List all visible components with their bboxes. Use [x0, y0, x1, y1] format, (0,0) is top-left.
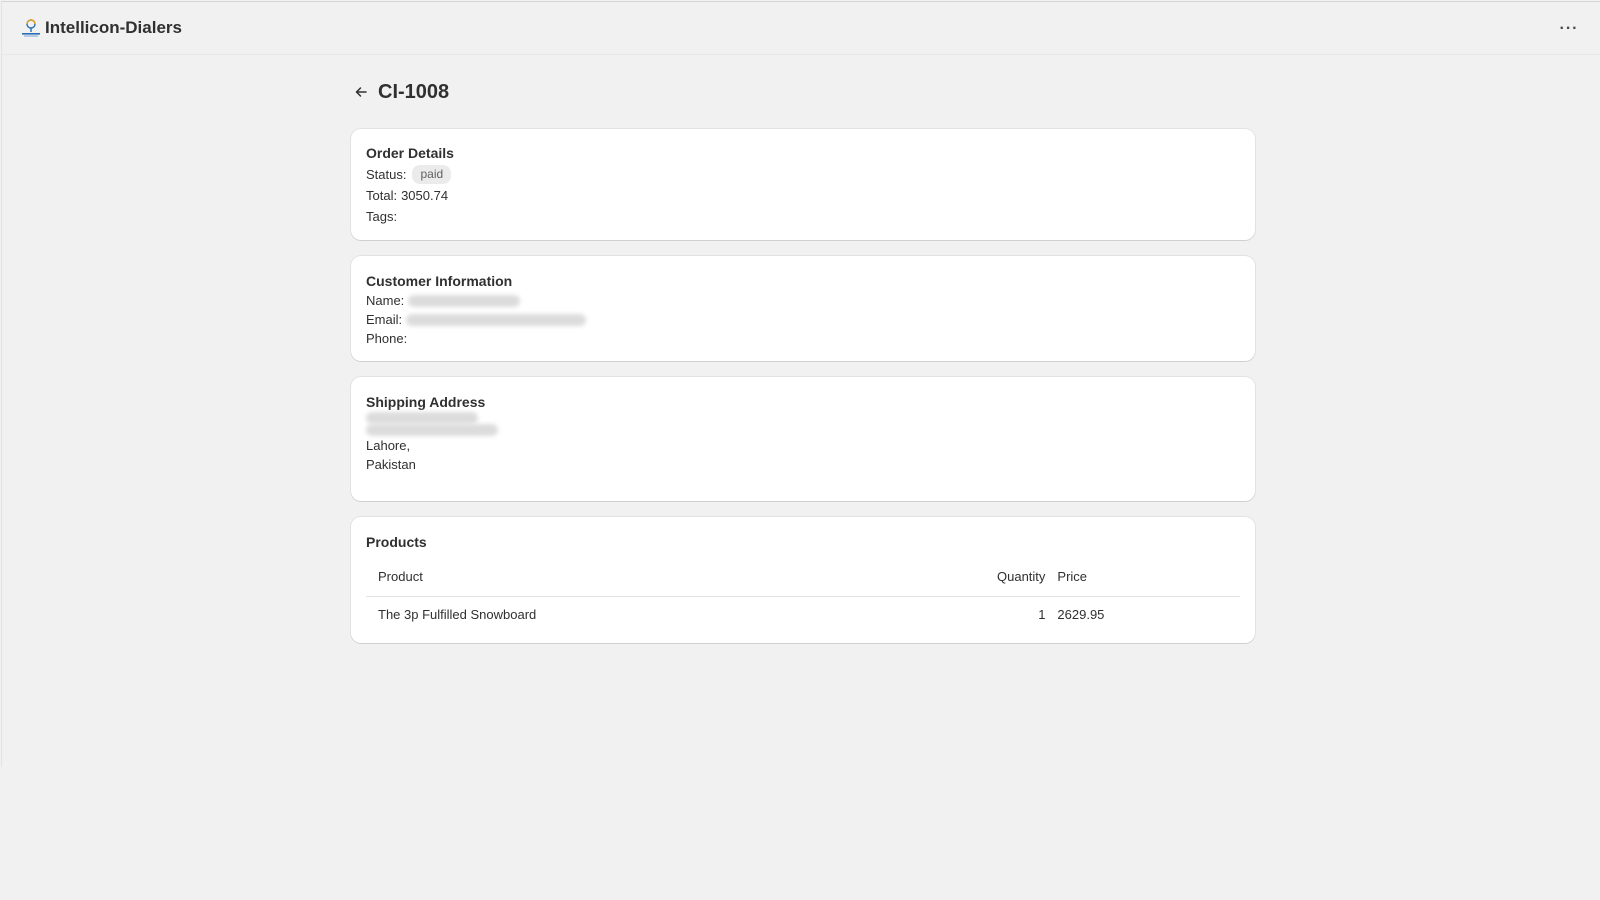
shipping-address-heading: Shipping Address	[366, 394, 486, 410]
total-row: Total: 3050.74	[366, 186, 1240, 205]
tags-row: Tags:	[366, 207, 1240, 226]
products-heading: Products	[366, 534, 427, 550]
address-line-2	[366, 424, 1240, 436]
intellicon-logo-icon	[21, 18, 41, 38]
customer-email-row: Email:	[366, 310, 1240, 329]
app-title: Intellicon-Dialers	[45, 18, 182, 37]
address-line-1	[366, 412, 1240, 424]
customer-info-heading: Customer Information	[366, 273, 513, 289]
more-options-button[interactable]: ···	[1556, 18, 1582, 40]
more-horizontal-icon: ···	[1559, 20, 1579, 37]
customer-name-row: Name:	[366, 291, 1240, 310]
column-header-product: Product	[366, 561, 985, 597]
status-badge: paid	[412, 165, 452, 184]
address-city: Lahore,	[366, 438, 411, 453]
name-label: Name:	[366, 293, 405, 308]
order-page: CI-1008 Order Details Status: paid Total…	[351, 77, 1255, 659]
product-name-cell: The 3p Fulfilled Snowboard	[378, 607, 537, 622]
products-table-header: Product Quantity Price	[366, 561, 1240, 597]
tags-label: Tags:	[366, 209, 398, 224]
table-row: The 3p Fulfilled Snowboard 1 2629.95	[366, 597, 1240, 635]
status-row: Status: paid	[366, 165, 1240, 184]
customer-info-card: Customer Information Name: Email: Phone:	[351, 256, 1255, 361]
product-quantity-cell: 1	[1038, 607, 1046, 622]
customer-email-redacted	[406, 313, 587, 326]
products-table: Product Quantity Price The 3p Fulfilled …	[366, 561, 1240, 634]
products-card: Products Product Quantity Price The 3p F…	[351, 517, 1255, 643]
phone-label: Phone:	[366, 331, 408, 346]
app-area: Intellicon-Dialers ··· CI-1008 Order Det…	[1, 1, 1600, 767]
address-line-1-redacted	[366, 412, 478, 424]
email-label: Email:	[366, 312, 403, 327]
shipping-address-card: Shipping Address Lahore, Pakistan	[351, 377, 1255, 501]
page-header: CI-1008	[351, 77, 1255, 107]
customer-name-redacted	[408, 294, 521, 307]
arrow-left-icon	[355, 87, 367, 97]
total-value: 3050.74	[401, 188, 449, 203]
back-button[interactable]	[351, 82, 371, 102]
status-label: Status:	[366, 167, 407, 182]
total-label: Total:	[366, 188, 398, 203]
app-titlebar: Intellicon-Dialers ···	[2, 2, 1600, 55]
order-details-card: Order Details Status: paid Total: 3050.7…	[351, 129, 1255, 240]
address-line-2-redacted	[366, 424, 498, 436]
product-price-cell: 2629.95	[1057, 607, 1105, 622]
column-header-price: Price	[1057, 561, 1240, 597]
window-frame: Intellicon-Dialers ··· CI-1008 Order Det…	[0, 0, 1600, 900]
page-title: CI-1008	[378, 80, 450, 103]
address-country: Pakistan	[366, 457, 416, 472]
order-details-heading: Order Details	[366, 145, 454, 161]
column-header-quantity: Quantity	[985, 561, 1058, 597]
customer-phone-row: Phone:	[366, 329, 1240, 348]
